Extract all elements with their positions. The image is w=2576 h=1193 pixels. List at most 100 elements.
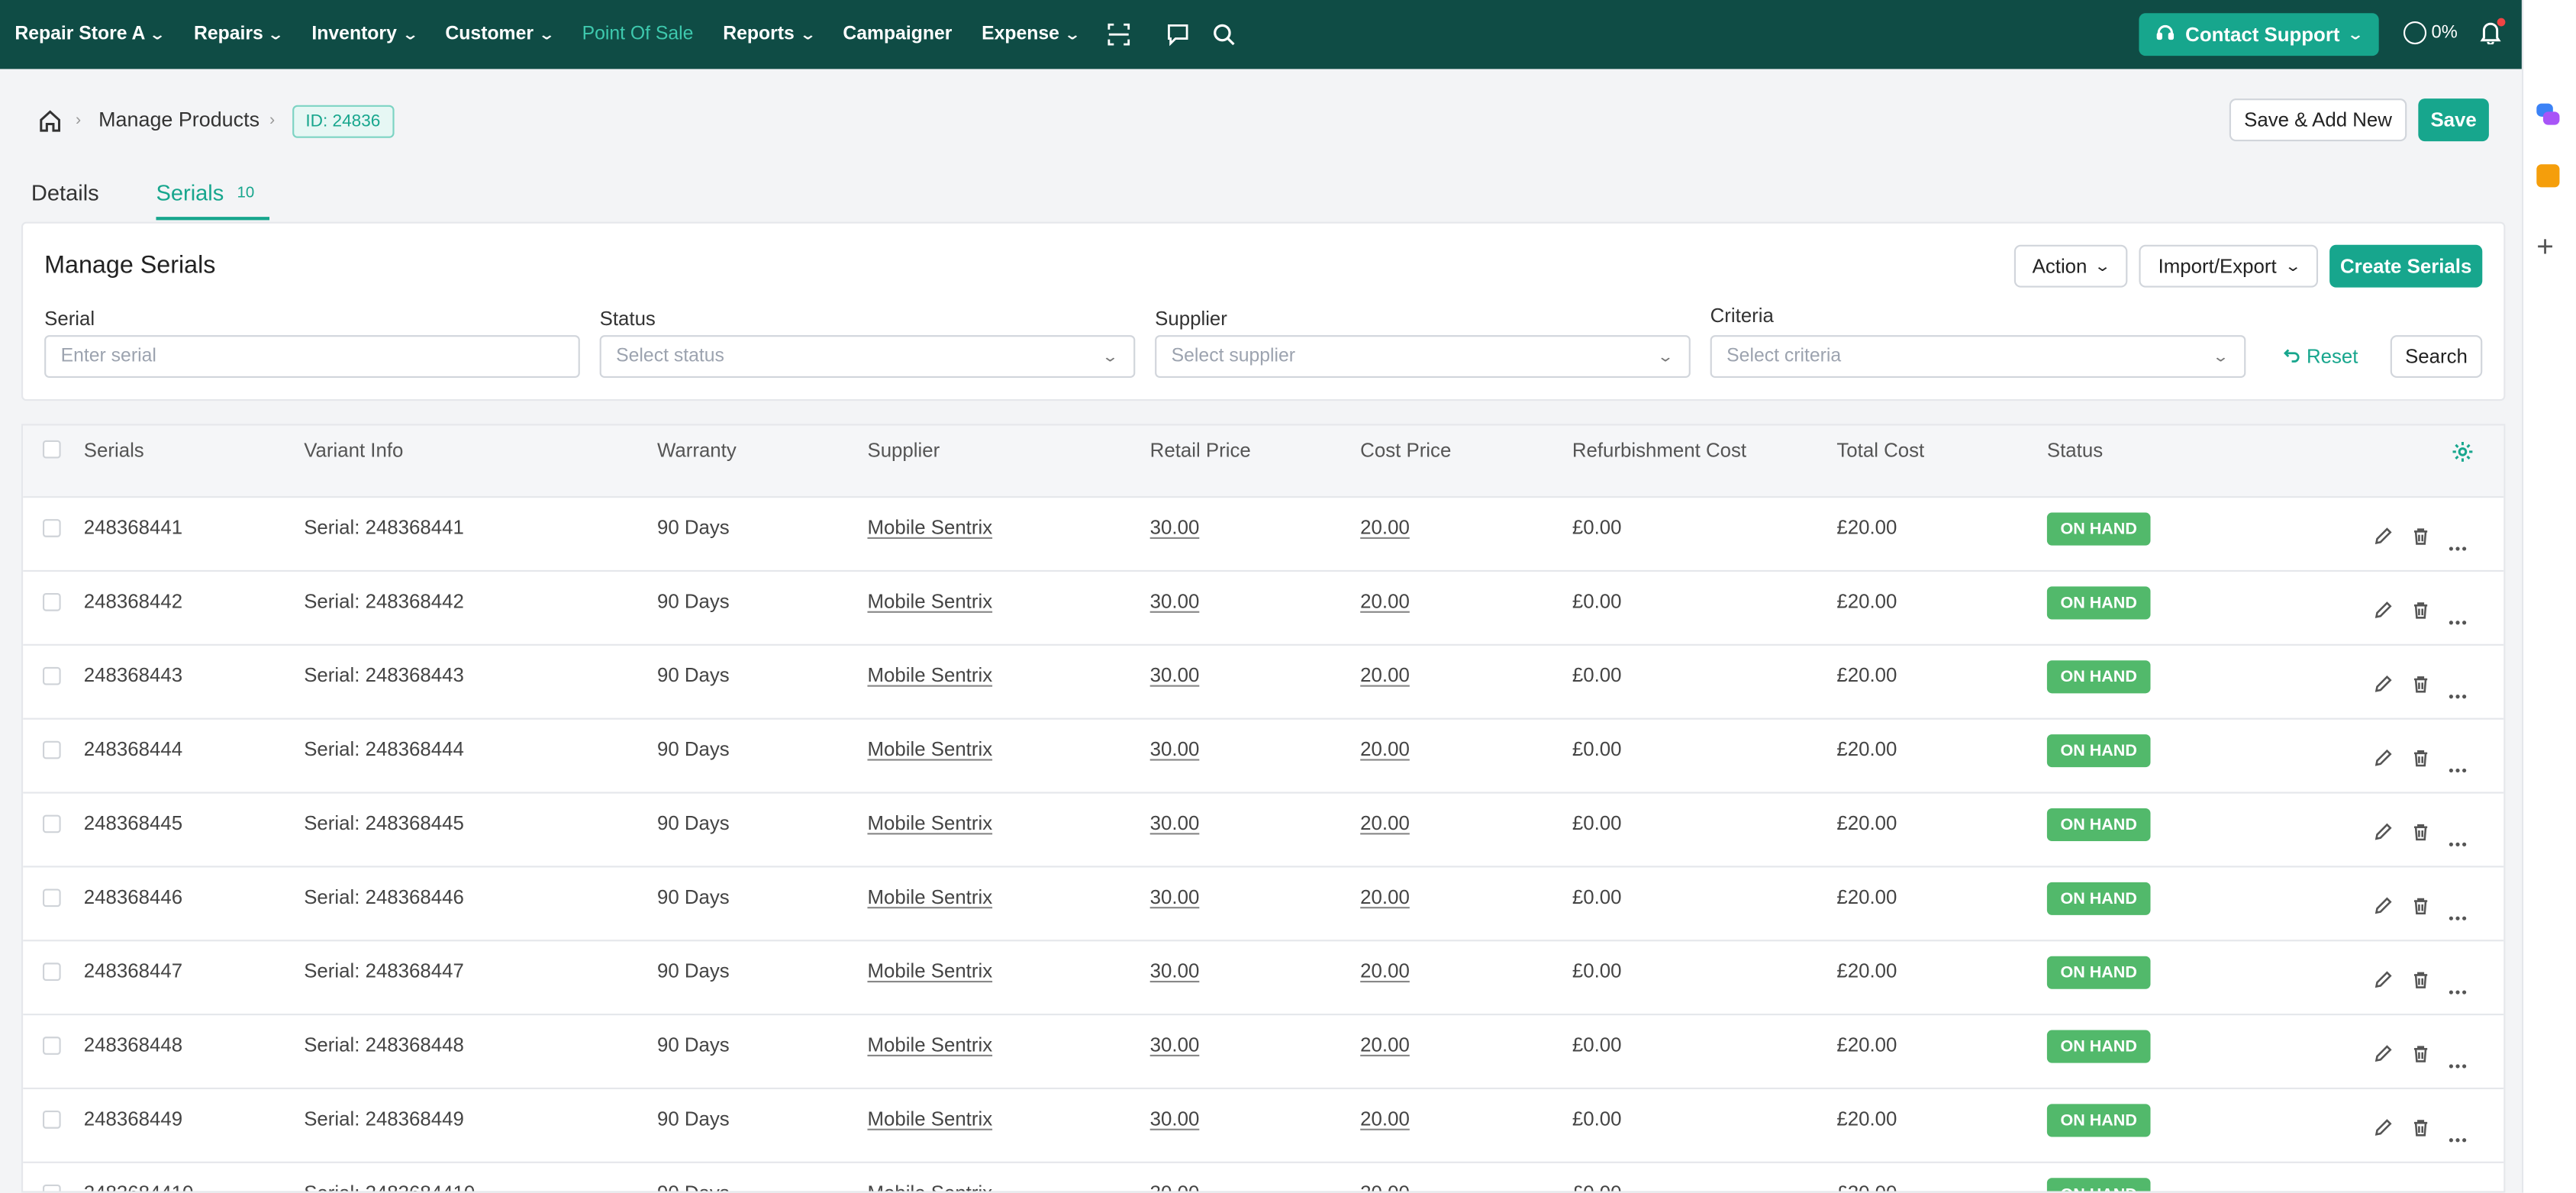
more-options-icon[interactable] <box>2448 1122 2468 1152</box>
edit-pencil-icon[interactable] <box>2374 968 2392 998</box>
notification-bell-icon[interactable] <box>2479 18 2506 50</box>
search-button[interactable]: Search <box>2390 335 2483 379</box>
cell-retail-price[interactable]: 30.00 <box>1150 1182 1200 1191</box>
column-header-cost-price[interactable]: Cost Price <box>1360 439 1451 462</box>
chat-widget-icon[interactable] <box>2535 102 2561 127</box>
table-row[interactable]: 248368449 Serial: 248368449 90 Days Mobile … <box>23 1089 2504 1163</box>
edit-pencil-icon[interactable] <box>2374 894 2392 924</box>
cell-supplier-link[interactable]: Mobile Sentrix <box>867 664 992 687</box>
cell-cost-price[interactable]: 20.00 <box>1360 1033 1410 1056</box>
table-row[interactable]: 248368443 Serial: 248368443 90 Days Mobile … <box>23 646 2504 720</box>
cell-retail-price[interactable]: 30.00 <box>1150 811 1200 834</box>
row-checkbox[interactable] <box>42 593 61 611</box>
column-header-retail-price[interactable]: Retail Price <box>1150 439 1251 462</box>
cell-supplier-link[interactable]: Mobile Sentrix <box>867 737 992 760</box>
delete-trash-icon[interactable] <box>2412 894 2430 924</box>
cell-retail-price[interactable]: 30.00 <box>1150 664 1200 687</box>
cell-supplier-link[interactable]: Mobile Sentrix <box>867 885 992 908</box>
home-icon[interactable] <box>38 108 63 141</box>
contact-support-button[interactable]: Contact Support ⌄ <box>2139 13 2379 56</box>
table-row[interactable]: 248368447 Serial: 248368447 90 Days Mobile … <box>23 941 2504 1016</box>
cell-retail-price[interactable]: 30.00 <box>1150 959 1200 982</box>
cell-supplier-link[interactable]: Mobile Sentrix <box>867 1033 992 1056</box>
nav-inventory[interactable]: Inventory ⌄ <box>311 24 418 44</box>
notes-widget-icon[interactable] <box>2536 164 2560 188</box>
more-options-icon[interactable] <box>2448 974 2468 1004</box>
cell-cost-price[interactable]: 20.00 <box>1360 959 1410 982</box>
cell-supplier-link[interactable]: Mobile Sentrix <box>867 516 992 539</box>
table-row[interactable]: 248368441 Serial: 248368441 90 Days Mobile … <box>23 498 2504 572</box>
edit-pencil-icon[interactable] <box>2374 1042 2392 1072</box>
cell-supplier-link[interactable]: Mobile Sentrix <box>867 1108 992 1130</box>
table-row[interactable]: 248368442 Serial: 248368442 90 Days Mobile … <box>23 572 2504 646</box>
more-options-icon[interactable] <box>2448 1048 2468 1078</box>
cell-cost-price[interactable]: 20.00 <box>1360 1108 1410 1130</box>
column-header-variant-info[interactable]: Variant Info <box>304 439 403 462</box>
more-options-icon[interactable] <box>2448 753 2468 782</box>
row-checkbox[interactable] <box>42 1111 61 1129</box>
more-options-icon[interactable] <box>2448 530 2468 560</box>
column-header-warranty[interactable]: Warranty <box>657 439 737 462</box>
search-icon[interactable] <box>1211 21 1237 47</box>
delete-trash-icon[interactable] <box>2412 1042 2430 1072</box>
cell-cost-price[interactable]: 20.00 <box>1360 737 1410 760</box>
save-button[interactable]: Save <box>2418 98 2489 142</box>
table-row[interactable]: 2483684410 Serial: 2483684410 90 Days Mobil… <box>23 1163 2503 1191</box>
cell-supplier-link[interactable]: Mobile Sentrix <box>867 590 992 613</box>
cell-supplier-link[interactable]: Mobile Sentrix <box>867 811 992 834</box>
status-select[interactable]: Select status ⌄ <box>599 335 1136 379</box>
action-dropdown-button[interactable]: Action ⌄ <box>2013 244 2128 288</box>
delete-trash-icon[interactable] <box>2412 820 2430 850</box>
row-checkbox[interactable] <box>42 888 61 908</box>
cell-retail-price[interactable]: 30.00 <box>1150 737 1200 760</box>
cell-cost-price[interactable]: 20.00 <box>1360 664 1410 687</box>
column-settings-gear-icon[interactable] <box>2451 440 2474 472</box>
supplier-select[interactable]: Select supplier ⌄ <box>1155 335 1691 379</box>
delete-trash-icon[interactable] <box>2412 1115 2430 1145</box>
column-header-status[interactable]: Status <box>2047 439 2103 462</box>
more-options-icon[interactable] <box>2448 679 2468 708</box>
nav-point-of-sale[interactable]: Point Of Sale <box>582 24 694 44</box>
column-header-refurbishment-cost[interactable]: Refurbishment Cost <box>1572 439 1746 462</box>
row-checkbox[interactable] <box>42 1184 61 1191</box>
cell-cost-price[interactable]: 20.00 <box>1360 811 1410 834</box>
edit-pencil-icon[interactable] <box>2374 672 2392 701</box>
nav-expense[interactable]: Expense ⌄ <box>982 24 1081 44</box>
column-header-serials[interactable]: Serials <box>84 439 144 462</box>
create-serials-button[interactable]: Create Serials <box>2329 244 2483 288</box>
nav-store-selector[interactable]: Repair Store A ⌄ <box>15 24 166 44</box>
table-row[interactable]: 248368446 Serial: 248368446 90 Days Mobile … <box>23 867 2504 942</box>
cell-retail-price[interactable]: 30.00 <box>1150 516 1200 539</box>
row-checkbox[interactable] <box>42 666 61 685</box>
select-all-checkbox[interactable] <box>42 440 61 459</box>
edit-pencil-icon[interactable] <box>2374 1189 2392 1191</box>
delete-trash-icon[interactable] <box>2412 1189 2430 1191</box>
table-row[interactable]: 248368444 Serial: 248368444 90 Days Mobile … <box>23 720 2504 794</box>
progress-indicator[interactable]: 0% <box>2403 21 2458 45</box>
nav-campaigner[interactable]: Campaigner <box>843 24 952 44</box>
nav-customer[interactable]: Customer ⌄ <box>445 24 555 44</box>
cell-retail-price[interactable]: 30.00 <box>1150 1033 1200 1056</box>
cell-cost-price[interactable]: 20.00 <box>1360 885 1410 908</box>
cell-supplier-link[interactable]: Mobile Sentrix <box>867 1182 992 1191</box>
cell-supplier-link[interactable]: Mobile Sentrix <box>867 959 992 982</box>
save-and-add-new-button[interactable]: Save & Add New <box>2229 98 2407 142</box>
nav-repairs[interactable]: Repairs ⌄ <box>194 24 285 44</box>
edit-pencil-icon[interactable] <box>2374 746 2392 775</box>
cell-retail-price[interactable]: 30.00 <box>1150 1108 1200 1130</box>
row-checkbox[interactable] <box>42 519 61 537</box>
edit-pencil-icon[interactable] <box>2374 1115 2392 1145</box>
more-options-icon[interactable] <box>2448 901 2468 930</box>
delete-trash-icon[interactable] <box>2412 598 2430 627</box>
add-widget-icon[interactable]: + <box>2536 230 2554 264</box>
table-row[interactable]: 248368445 Serial: 248368445 90 Days Mobile … <box>23 794 2504 868</box>
reset-button[interactable]: Reset <box>2284 345 2358 368</box>
edit-pencil-icon[interactable] <box>2374 524 2392 554</box>
row-checkbox[interactable] <box>42 1037 61 1055</box>
row-checkbox[interactable] <box>42 814 61 833</box>
edit-pencil-icon[interactable] <box>2374 820 2392 850</box>
nav-reports[interactable]: Reports ⌄ <box>723 24 816 44</box>
scan-icon[interactable] <box>1106 21 1132 47</box>
delete-trash-icon[interactable] <box>2412 524 2430 554</box>
cell-retail-price[interactable]: 30.00 <box>1150 590 1200 613</box>
